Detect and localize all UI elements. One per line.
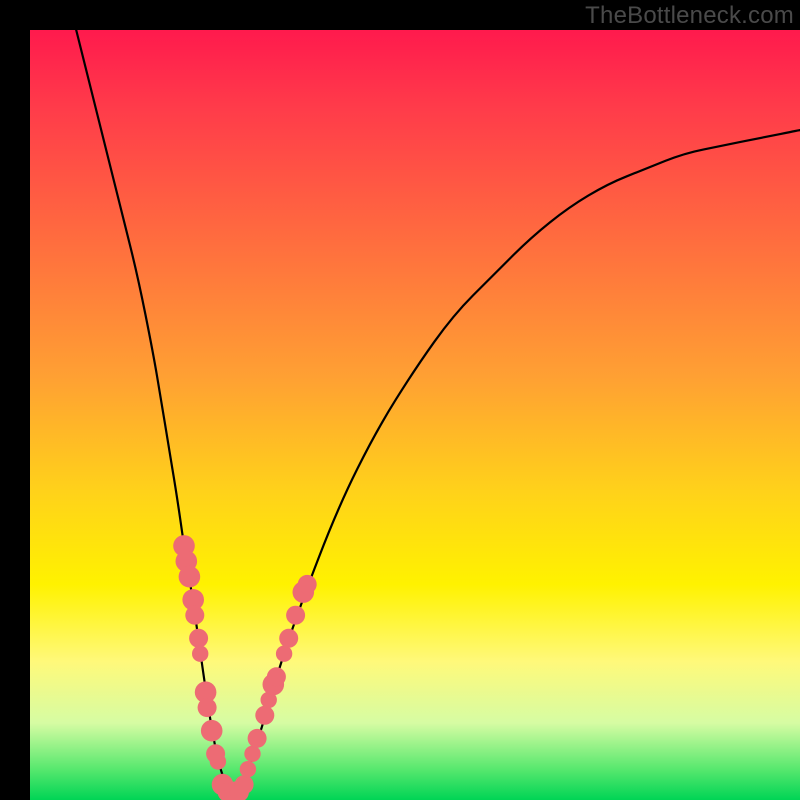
curve-marker <box>244 746 260 762</box>
curve-marker <box>267 667 286 686</box>
bottleneck-curve <box>76 30 800 792</box>
curve-marker <box>198 698 217 717</box>
watermark-text: TheBottleneck.com <box>585 2 794 30</box>
curve-marker <box>240 761 256 777</box>
curve-marker <box>248 729 267 748</box>
chart-frame: TheBottleneck.com <box>0 0 800 800</box>
chart-svg <box>30 30 800 800</box>
curve-marker <box>235 775 254 794</box>
plot-area <box>30 30 800 800</box>
curve-marker <box>298 575 317 594</box>
curve-marker <box>286 606 305 625</box>
curve-marker <box>185 606 204 625</box>
curve-marker <box>255 706 274 725</box>
curve-marker <box>210 753 226 769</box>
curve-marker <box>201 720 223 742</box>
curve-marker <box>192 646 208 662</box>
curve-marker <box>179 566 201 588</box>
curve-marker <box>279 629 298 648</box>
curve-marker <box>276 646 292 662</box>
curve-marker <box>189 629 208 648</box>
curve-markers <box>173 535 317 800</box>
